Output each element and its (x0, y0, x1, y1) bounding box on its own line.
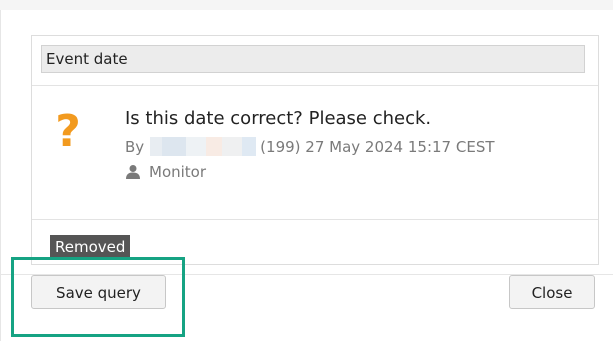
question-mark-icon: ? (55, 106, 81, 157)
close-button[interactable]: Close (509, 275, 595, 309)
user-id: (199) (260, 137, 301, 156)
query-card: Event date ? Is this date correct? Pleas… (31, 35, 599, 265)
query-meta-line: By (199) 27 May 2024 15:17 CEST (125, 137, 495, 156)
role-line: Monitor (125, 163, 206, 181)
user-role: Monitor (149, 163, 207, 181)
header-divider (32, 85, 598, 86)
status-divider (32, 219, 598, 220)
query-timestamp: 27 May 2024 15:17 CEST (305, 137, 495, 156)
query-question-text: Is this date correct? Please check. (125, 108, 432, 129)
by-label: By (125, 137, 145, 156)
field-name-header: Event date (41, 45, 585, 73)
status-badge: Removed (50, 235, 131, 259)
redacted-user-name (150, 137, 257, 156)
save-query-button[interactable]: Save query (31, 275, 166, 309)
user-icon (126, 165, 140, 179)
